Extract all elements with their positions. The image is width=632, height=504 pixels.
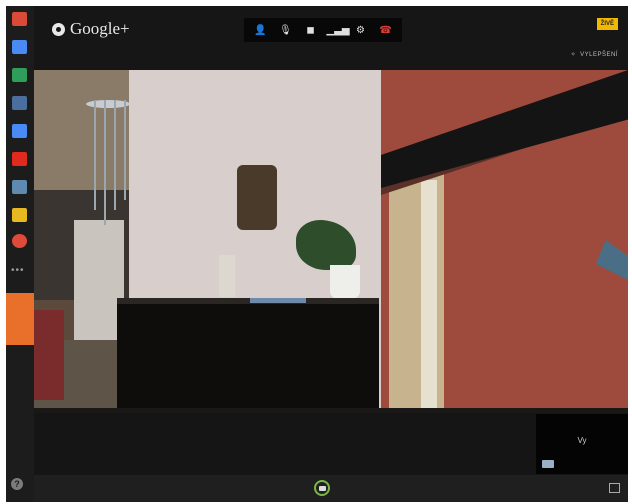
camera-icon bbox=[542, 460, 554, 468]
effects-label: VYLEPŠENÍ bbox=[580, 51, 618, 58]
effects-button[interactable]: ✧ VYLEPŠENÍ bbox=[570, 51, 618, 59]
settings-icon[interactable]: ⚙ bbox=[352, 25, 370, 36]
self-view-label: Vy bbox=[577, 436, 587, 445]
mute-mic-icon[interactable]: 🎙 bbox=[277, 25, 295, 36]
capture-icon[interactable] bbox=[12, 96, 27, 110]
sparkle-icon: ✧ bbox=[570, 52, 577, 58]
bandwidth-icon[interactable]: ▁▃▅ bbox=[327, 25, 350, 36]
orange-tab bbox=[6, 293, 34, 345]
dresser bbox=[117, 298, 379, 413]
video-icon[interactable] bbox=[12, 124, 27, 138]
main-video-feed bbox=[34, 70, 628, 413]
camera-off-icon[interactable]: ◼ bbox=[302, 25, 320, 36]
logo-text: Google+ bbox=[70, 19, 130, 38]
snapshot-button[interactable] bbox=[314, 480, 330, 496]
help-icon[interactable]: ? bbox=[11, 478, 23, 490]
call-controls: 👤 🎙 ◼ ▁▃▅ ⚙ ☎ bbox=[244, 18, 402, 42]
hangout-effects-icon[interactable] bbox=[12, 12, 27, 26]
apps-sidebar: ••• ? bbox=[6, 6, 34, 502]
bottom-bar bbox=[34, 475, 628, 502]
scene-icon[interactable] bbox=[12, 180, 27, 194]
google-plus-logo: Google+ bbox=[52, 19, 130, 39]
hang-up-icon[interactable]: ☎ bbox=[377, 25, 395, 36]
hangout-logo-icon bbox=[52, 22, 65, 36]
more-apps-button[interactable]: ••• bbox=[11, 265, 25, 276]
hangout-window: ••• ? Google+ 👤 🎙 ◼ ▁▃▅ ⚙ ☎ ŽIVĚ ✧ VYLEP… bbox=[6, 6, 628, 502]
chat-icon[interactable] bbox=[12, 40, 27, 54]
gallery-icon[interactable] bbox=[609, 483, 620, 493]
lifebuoy-icon[interactable] bbox=[12, 234, 27, 248]
sketch-icon[interactable] bbox=[12, 208, 27, 222]
self-view-tile[interactable]: Vy bbox=[536, 414, 628, 474]
youtube-icon[interactable] bbox=[12, 152, 27, 166]
invite-icon[interactable]: 👤 bbox=[252, 25, 270, 36]
wall-mask bbox=[237, 165, 277, 230]
screenshare-icon[interactable] bbox=[12, 68, 27, 82]
camera-icon bbox=[318, 485, 326, 491]
top-bar: Google+ 👤 🎙 ◼ ▁▃▅ ⚙ ☎ ŽIVĚ ✧ VYLEPŠENÍ bbox=[34, 6, 628, 70]
live-badge: ŽIVĚ bbox=[596, 18, 618, 30]
participant-strip: Vy bbox=[34, 413, 628, 475]
